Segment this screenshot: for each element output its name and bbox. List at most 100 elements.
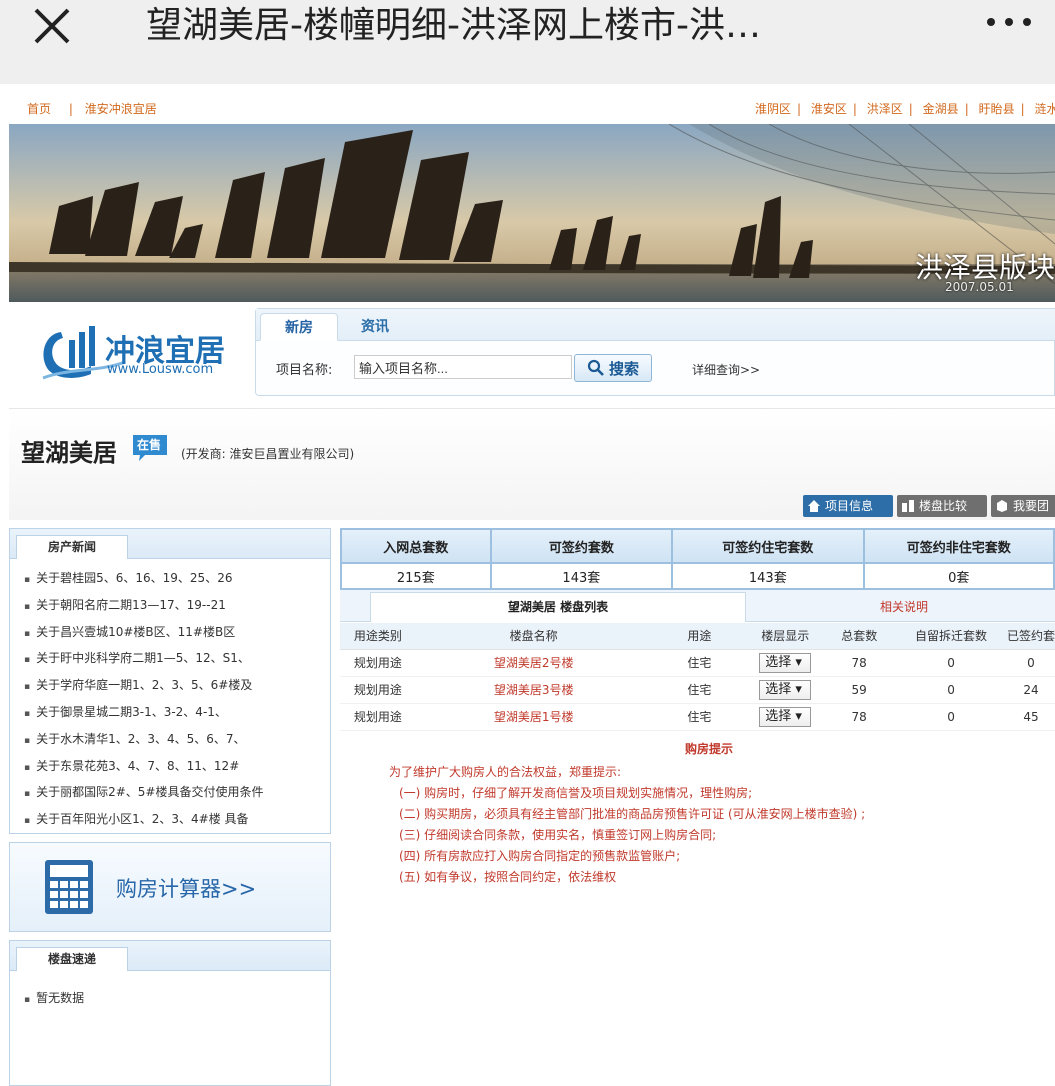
stats-header: 可签约套数	[489, 528, 674, 564]
mortgage-calculator-banner[interactable]: 购房计算器>>	[9, 842, 331, 932]
tips-intro: 为了维护广大购房人的合法权益，郑重提示:	[389, 765, 622, 779]
news-item[interactable]: 关于碧桂园5、6、16、19、25、26	[24, 565, 330, 592]
news-panel-title: 房产新闻	[16, 535, 128, 559]
detailed-search-link[interactable]: 详细查询>>	[692, 361, 760, 378]
column-header: 用途	[651, 623, 748, 650]
stats-header: 可签约非住宅套数	[862, 528, 1055, 564]
tip-item: (四) 所有房款应打入购房合同指定的预售款监管账户;	[399, 849, 681, 863]
column-header: 自留拆迁套数	[895, 623, 1007, 650]
building-link[interactable]: 望湖美居3号楼	[415, 676, 652, 704]
stats-header: 可签约住宅套数	[671, 528, 865, 564]
row-total: 59	[823, 676, 896, 704]
stats-value: 143套	[489, 562, 674, 590]
row-category: 规划用途	[340, 676, 416, 704]
stats-header: 入网总套数	[340, 528, 492, 564]
row-reserved: 0	[895, 676, 1007, 704]
stats-value: 143套	[671, 562, 865, 590]
purchase-tips-title: 购房提示	[685, 742, 734, 756]
top-navigation: 首页 | 淮安冲浪宜居 淮阴区 | 淮安区 | 洪泽区 | 金湖县 | 盱眙县 | 涟水	[9, 94, 1055, 124]
row-signed: 45	[1006, 703, 1055, 731]
news-item[interactable]: 关于朝阳名府二期13—17、19--21	[24, 592, 330, 619]
search-panel: 新房 资讯 项目名称: 搜索 详细查询>>	[255, 308, 1055, 396]
dropdown-arrow-icon: ▾	[795, 654, 802, 670]
quick-listing-title: 楼盘速递	[16, 947, 128, 971]
news-item[interactable]: 关于御景星城二期3-1、3-2、4-1、	[24, 699, 330, 726]
news-item[interactable]: 关于学府华庭一期1、2、3、5、6#楼及	[24, 672, 330, 699]
more-options-icon[interactable]	[985, 10, 1033, 34]
project-info-button[interactable]: 项目信息	[803, 495, 893, 517]
search-icon	[587, 359, 604, 376]
row-category: 规划用途	[340, 703, 416, 731]
row-use: 住宅	[651, 676, 748, 704]
news-item[interactable]: 关于丽都国际2#、5#楼具备交付使用条件	[24, 779, 330, 806]
news-item[interactable]: 关于水木清华1、2、3、4、5、6、7、	[24, 726, 330, 753]
banner-image: 洪泽县版块 2007.05.01	[9, 124, 1055, 302]
calculator-label: 购房计算器>>	[116, 877, 257, 901]
floor-select[interactable]: 选择 ▾	[747, 703, 824, 731]
column-header: 楼盘名称	[415, 623, 652, 650]
floor-select[interactable]: 选择 ▾	[747, 676, 824, 704]
stats-value: 215套	[340, 562, 492, 590]
news-item[interactable]: 关于东景花苑3、4、7、8、11、12#	[24, 753, 330, 780]
calculator-icon	[45, 860, 93, 914]
row-signed: 0	[1006, 649, 1055, 677]
tip-item: (二) 购买期房，必须具有经主管部门批准的商品房预售许可证 (可从淮安网上楼市查…	[399, 807, 866, 821]
table-row: 规划用途 望湖美居3号楼 住宅 选择 ▾ 59 0 24	[340, 676, 1055, 704]
column-header: 用途类别	[340, 623, 416, 650]
row-use: 住宅	[651, 703, 748, 731]
banner-date: 2007.05.01	[945, 280, 1014, 294]
floor-select[interactable]: 选择 ▾	[747, 649, 824, 677]
news-item[interactable]: 关于百年阳光小区1、2、3、4#楼 具备	[24, 806, 330, 833]
tip-item: (一) 购房时，仔细了解开发商信誉及项目规划实施情况，理性购房;	[399, 786, 753, 800]
search-input[interactable]	[354, 355, 572, 379]
news-panel: 房产新闻 关于碧桂园5、6、16、19、25、26 关于朝阳名府二期13—17、…	[9, 528, 331, 834]
building-list-tabs: 望湖美居 楼盘列表 相关说明	[340, 590, 1055, 622]
close-icon[interactable]	[30, 4, 74, 48]
list-item: 暂无数据	[24, 985, 330, 1012]
page-title: 望湖美居-楼幢明细-洪泽网上楼市-洪…	[146, 5, 761, 46]
district-link-lianshui[interactable]: 涟水	[1034, 102, 1055, 116]
district-link-huaian[interactable]: 淮安区	[811, 102, 847, 116]
tab-news[interactable]: 资讯	[350, 313, 400, 341]
district-links: 淮阴区 | 淮安区 | 洪泽区 | 金湖县 | 盱眙县 | 涟水	[755, 100, 1055, 117]
dropdown-arrow-icon: ▾	[795, 708, 802, 724]
on-sale-badge: 在售	[131, 433, 169, 463]
row-total: 78	[823, 703, 896, 731]
tab-new-homes[interactable]: 新房	[260, 313, 338, 341]
district-link-xuyi[interactable]: 盱眙县	[979, 102, 1015, 116]
logo-url: www.Lousw.com	[107, 362, 214, 377]
table-row: 规划用途 望湖美居1号楼 住宅 选择 ▾ 78 0 45	[340, 703, 1055, 731]
sales-stats-table: 入网总套数 可签约套数 可签约住宅套数 可签约非住宅套数 215套 143套 1…	[340, 528, 1055, 590]
purchase-tips: 为了维护广大购房人的合法权益，郑重提示: (一) 购房时，仔细了解开发商信誉及项…	[389, 762, 865, 888]
news-item[interactable]: 关于盱中兆科学府二期1—5、12、S1、	[24, 645, 330, 672]
compare-button[interactable]: 楼盘比较	[897, 495, 987, 517]
district-link-hongze[interactable]: 洪泽区	[867, 102, 903, 116]
building-link[interactable]: 望湖美居1号楼	[415, 703, 652, 731]
news-list: 关于碧桂园5、6、16、19、25、26 关于朝阳名府二期13—17、19--2…	[10, 559, 330, 833]
column-header: 楼层显示	[747, 623, 824, 650]
row-reserved: 0	[895, 703, 1007, 731]
developer-info: (开发商: 淮安巨昌置业有限公司)	[181, 447, 355, 461]
sailboats-image	[9, 124, 1055, 302]
row-reserved: 0	[895, 649, 1007, 677]
project-name: 望湖美居	[21, 439, 117, 467]
search-button-label: 搜索	[608, 359, 639, 378]
web-page: 首页 | 淮安冲浪宜居 淮阴区 | 淮安区 | 洪泽区 | 金湖县 | 盱眙县 | 涟水	[9, 94, 1055, 1086]
tab-notes[interactable]: 相关说明	[880, 598, 928, 615]
project-header: 望湖美居 在售 (开发商: 淮安巨昌置业有限公司) 项目信息 楼盘比较 我要团	[9, 408, 1055, 520]
building-link[interactable]: 望湖美居2号楼	[415, 649, 652, 677]
home-link[interactable]: 首页	[27, 102, 51, 116]
news-item[interactable]: 关于昌兴壹城10#楼B区、11#楼B区	[24, 619, 330, 646]
tab-building-list[interactable]: 望湖美居 楼盘列表	[370, 592, 746, 622]
home-icon	[808, 500, 820, 512]
column-header: 总套数	[823, 623, 896, 650]
site-link[interactable]: 淮安冲浪宜居	[85, 102, 157, 116]
project-actions: 项目信息 楼盘比较 我要团	[803, 495, 1055, 517]
row-category: 规划用途	[340, 649, 416, 677]
district-link-huaiyin[interactable]: 淮阴区	[755, 102, 791, 116]
search-button[interactable]: 搜索	[574, 354, 652, 382]
row-total: 78	[823, 649, 896, 677]
quick-listing-list: 暂无数据	[10, 971, 330, 1012]
group-buy-button[interactable]: 我要团	[991, 495, 1055, 517]
district-link-jinhu[interactable]: 金湖县	[923, 102, 959, 116]
